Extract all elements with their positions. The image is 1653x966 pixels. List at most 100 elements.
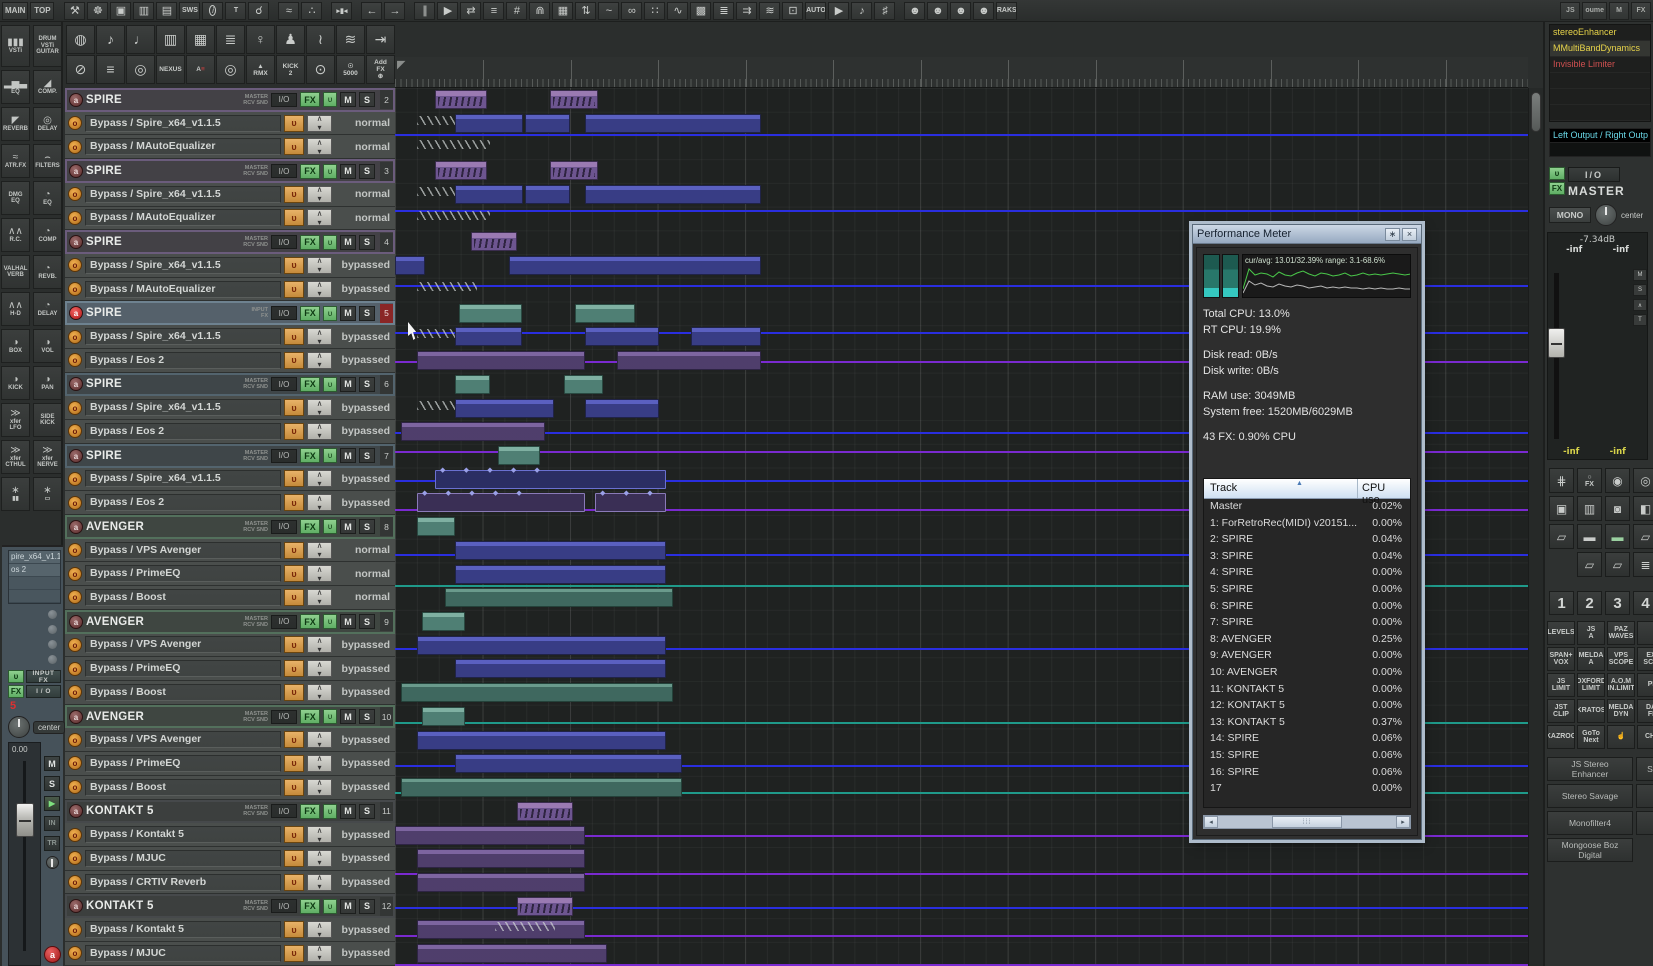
fx-lane-row[interactable]: o Bypass / Spire_x64_v1.1.5 ᴜ ∧ ▾ bypass… xyxy=(65,254,395,278)
link-icon[interactable]: ∞ xyxy=(621,2,642,20)
screenset-number-button[interactable]: 1 xyxy=(1549,591,1574,615)
screenset-4-icon[interactable]: ☻ xyxy=(973,2,994,20)
dynamics-icon[interactable]: ≋ xyxy=(336,25,365,54)
fx-power-icon[interactable]: o xyxy=(68,424,82,438)
settings-gear-icon[interactable]: ☸ xyxy=(87,2,108,20)
master-fx-button[interactable]: FX xyxy=(1549,182,1565,195)
track-header-row[interactable]: a AVENGER MASTERRCV SND I/O FX ᴜ M S 9 xyxy=(65,610,395,634)
media-item[interactable] xyxy=(525,185,570,204)
fx-name[interactable]: Bypass / MAutoEqualizer xyxy=(85,209,281,226)
fx-lane-row[interactable]: o Bypass / MAutoEqualizer ᴜ ∧ ▾ bypassed xyxy=(65,278,395,302)
fx-power-icon[interactable]: o xyxy=(68,211,82,225)
fx-bypass-button[interactable]: ᴜ xyxy=(284,874,304,891)
table-row[interactable]: 11: KONTAKT 5 0.00% xyxy=(1204,682,1410,699)
xfer-lfo-button[interactable]: ≫ xfer LFO xyxy=(1,403,30,437)
fx-bypass-button[interactable]: ᴜ xyxy=(284,779,304,796)
scroll-right-icon[interactable]: ▸ xyxy=(1396,816,1410,828)
fx-name[interactable]: Bypass / PrimeEQ xyxy=(85,565,281,582)
filters-button[interactable]: ⌢ FILTERS xyxy=(33,144,62,178)
dmg-eq-button[interactable]: DMG EQ xyxy=(1,181,30,215)
audio-config-icon[interactable]: ≈ xyxy=(278,2,299,20)
microphone-icon[interactable]: ♀ xyxy=(246,25,275,54)
fx-power-icon[interactable]: o xyxy=(68,851,82,865)
cassette-icon[interactable]: ▬ xyxy=(1577,524,1602,549)
record-arm-icon[interactable]: a xyxy=(69,377,83,391)
fx-power-icon[interactable]: o xyxy=(68,780,82,794)
ex-scope-button[interactable]: EX SCO xyxy=(1637,647,1653,671)
fx-power-icon[interactable]: o xyxy=(68,638,82,652)
track-mute-button[interactable]: M xyxy=(340,377,356,392)
fx-envelope-button[interactable]: ∧ ▾ xyxy=(307,755,332,772)
media-item[interactable] xyxy=(445,588,673,607)
note-icon[interactable]: ♪ xyxy=(851,2,872,20)
table-row[interactable]: 17 0.00% xyxy=(1204,781,1410,798)
fx-lane-row[interactable]: o Bypass / Boost ᴜ ∧ ▾ bypassed xyxy=(65,681,395,705)
sws-icon[interactable]: SWS xyxy=(179,2,200,20)
toolbar-right-button[interactable]: M xyxy=(1609,2,1629,20)
fx-name[interactable]: Bypass / Eos 2 xyxy=(85,352,281,369)
master-fx-slot[interactable] xyxy=(1550,105,1650,121)
track-fx-power-button[interactable]: ᴜ xyxy=(323,899,337,914)
info-icon[interactable]: i xyxy=(202,2,223,20)
media-item[interactable] xyxy=(417,140,490,149)
screenset-number-button[interactable]: 4 xyxy=(1633,591,1653,615)
fx-name[interactable]: Bypass / VPS Avenger xyxy=(85,731,281,748)
column-track[interactable]: Track xyxy=(1204,479,1358,498)
record-arm-icon[interactable]: a xyxy=(69,615,83,629)
master-io-button[interactable]: I/O xyxy=(1568,167,1620,182)
track-mute-button[interactable]: M xyxy=(340,614,356,629)
envelope-line[interactable] xyxy=(395,134,1528,136)
track-fx-button[interactable]: FX xyxy=(300,804,320,819)
fx-cards-icon[interactable]: ≣ xyxy=(216,25,245,54)
record-arm-icon[interactable]: a xyxy=(69,804,83,818)
media-item[interactable] xyxy=(617,351,761,370)
fx-bypass-button[interactable]: ᴜ xyxy=(284,423,304,440)
media-item[interactable] xyxy=(417,849,585,868)
fx-lane-row[interactable]: o Bypass / MJUC ᴜ ∧ ▾ bypassed xyxy=(65,847,395,871)
fx-power-icon[interactable]: o xyxy=(68,496,82,510)
media-item[interactable] xyxy=(435,161,487,180)
fx-name[interactable]: Bypass / Boost xyxy=(85,684,281,701)
record-arm-icon[interactable]: a xyxy=(69,306,83,320)
toolbar-right-button[interactable]: FX xyxy=(1631,2,1651,20)
fx-envelope-button[interactable]: ∧ ▾ xyxy=(307,399,332,416)
media-item[interactable] xyxy=(455,185,523,204)
media-item[interactable] xyxy=(401,422,545,441)
master-mini-button[interactable]: ∧ xyxy=(1633,299,1647,311)
fx-bypass-button[interactable]: ᴜ xyxy=(284,281,304,298)
vsti-button[interactable]: ▮▮▮ VSTi xyxy=(1,25,30,67)
drum-kit-icon[interactable]: ◍ xyxy=(66,25,95,54)
thumb-up-button[interactable]: ☝ xyxy=(1607,725,1635,749)
envelope-icon[interactable]: ∿ xyxy=(667,2,688,20)
fx-bypass-button[interactable]: ᴜ xyxy=(284,115,304,132)
wave-circle-icon[interactable]: ◎ xyxy=(216,55,245,84)
media-item[interactable] xyxy=(417,731,666,750)
fx-lane-row[interactable]: o Bypass / Kontakt 5 ᴜ ∧ ▾ bypassed xyxy=(65,823,395,847)
save-icon[interactable]: ▣ xyxy=(110,2,131,20)
folder-icon[interactable]: ▱ xyxy=(1549,524,1574,549)
fx-name[interactable]: Bypass / Eos 2 xyxy=(85,423,281,440)
arrows-icon[interactable]: ⇉ xyxy=(736,2,757,20)
fx-envelope-button[interactable]: ∧ ▾ xyxy=(307,850,332,867)
track-io-button[interactable]: I/O xyxy=(271,306,297,320)
screenset-number-button[interactable]: 3 xyxy=(1605,591,1630,615)
track-mute-button[interactable]: M xyxy=(340,92,356,107)
master-fx-slot[interactable]: Invisible Limiter xyxy=(1550,57,1650,73)
track-header-row[interactable]: a KONTAKT 5 MASTERRCV SND I/O FX ᴜ M S 1… xyxy=(65,800,395,824)
fx-name[interactable]: Bypass / MAutoEqualizer xyxy=(85,138,281,155)
media-item[interactable] xyxy=(517,802,573,821)
mixer-fx-slot[interactable] xyxy=(9,577,60,590)
folder-open-icon[interactable]: ▱ xyxy=(1577,552,1602,577)
track-io-button[interactable]: I/O xyxy=(271,449,297,463)
fx-envelope-button[interactable]: ∧ ▾ xyxy=(307,423,332,440)
fx-bypass-button[interactable]: ᴜ xyxy=(284,328,304,345)
screenset-3-icon[interactable]: ☻ xyxy=(950,2,971,20)
docs-icon[interactable]: ▤ xyxy=(156,2,177,20)
media-item[interactable] xyxy=(595,493,666,512)
track-header-row[interactable]: a SPIRE INPUTFX I/O FX ᴜ M S 5 xyxy=(65,301,395,325)
fx-power-icon[interactable]: o xyxy=(68,258,82,272)
input-button[interactable]: IN xyxy=(44,816,60,831)
fx-power-icon[interactable]: o xyxy=(68,828,82,842)
track-header-row[interactable]: a KONTAKT 5 MASTERRCV SND I/O FX ᴜ M S 1… xyxy=(65,894,395,918)
arrow-right-icon[interactable]: ⇥ xyxy=(366,25,395,54)
